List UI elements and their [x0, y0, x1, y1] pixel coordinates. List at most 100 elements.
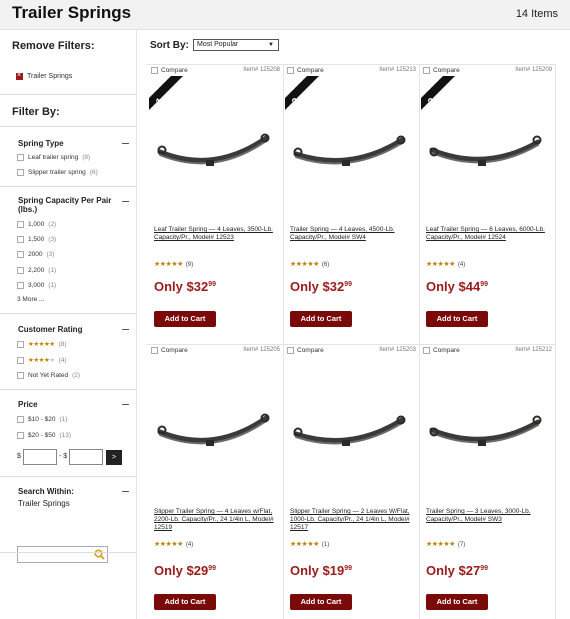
product-card: Compare Item# 125203 Slipper Trailer Spr…: [285, 344, 420, 619]
max-price-dollar: - $: [59, 453, 68, 460]
product-name-link[interactable]: Leaf Trailer Spring — 6 Leaves, 6000-Lb.…: [426, 226, 552, 242]
add-to-cart-button[interactable]: Add to Cart: [154, 311, 216, 327]
product-rating: ★★★★★ (7): [426, 541, 466, 548]
collapse-price-icon[interactable]: [122, 404, 129, 405]
checkbox[interactable]: [17, 221, 24, 228]
spring-product-image[interactable]: [290, 390, 415, 470]
checkbox[interactable]: [423, 67, 430, 74]
filter-option-price-10-20[interactable]: $10 - $20 (1): [17, 416, 67, 423]
spring-product-image[interactable]: [154, 390, 279, 470]
product-card: Compare Item# 125212 Trailer Spring — 3 …: [421, 344, 556, 619]
divider: [0, 313, 136, 314]
item-number: Item# 125208: [243, 67, 280, 73]
filter-option-1500[interactable]: 1,500 (3): [17, 236, 56, 243]
filter-option-leaf[interactable]: Leaf trailer spring (8): [17, 154, 90, 161]
product-rating: ★★★★★ (6): [290, 261, 330, 268]
product-name-link[interactable]: Slipper Trailer Spring — 2 Leaves W/Flat…: [290, 508, 416, 532]
collapse-rating-icon[interactable]: [122, 329, 129, 330]
filter-option-not-rated[interactable]: Not Yet Rated (2): [17, 372, 80, 379]
checkbox[interactable]: [17, 416, 24, 423]
compare-checkbox[interactable]: Compare: [151, 67, 188, 74]
four-stars-icon: ★★★★★: [28, 357, 55, 364]
filter-option-4-stars[interactable]: ★★★★★ (4): [17, 356, 67, 364]
filter-option-1000[interactable]: 1,000 (2): [17, 221, 56, 228]
checkbox[interactable]: [17, 169, 24, 176]
spring-product-image[interactable]: [154, 110, 279, 190]
more-capacity-link[interactable]: 3 More ...: [17, 296, 44, 303]
collapse-spring-type-icon[interactable]: [122, 143, 129, 144]
divider: [0, 186, 136, 187]
remove-filters-heading: Remove Filters:: [12, 40, 95, 52]
checkbox[interactable]: [17, 372, 24, 379]
add-to-cart-button[interactable]: Add to Cart: [290, 311, 352, 327]
filter-option-5-stars[interactable]: ★★★★★ (8): [17, 340, 67, 348]
item-number: Item# 125203: [379, 347, 416, 353]
remove-filter-icon[interactable]: [16, 72, 23, 80]
item-number: Item# 125205: [243, 347, 280, 353]
collapse-capacity-icon[interactable]: [122, 201, 129, 202]
filter-sidebar: Remove Filters: Trailer Springs Filter B…: [0, 30, 137, 619]
compare-checkbox[interactable]: Compare: [151, 347, 188, 354]
price-go-button[interactable]: >: [106, 450, 122, 465]
add-to-cart-button[interactable]: Add to Cart: [290, 594, 352, 610]
sort-select[interactable]: Most Popular ▼: [193, 39, 279, 51]
five-stars-icon: ★★★★★: [28, 341, 55, 348]
product-rating: ★★★★★ (4): [154, 541, 194, 548]
collapse-search-icon[interactable]: [122, 491, 129, 492]
search-within-scope: Trailer Springs: [18, 499, 70, 508]
checkbox[interactable]: [17, 154, 24, 161]
five-stars-icon: ★★★★★: [154, 541, 183, 548]
checkbox[interactable]: [17, 251, 24, 258]
checkbox[interactable]: [423, 347, 430, 354]
product-name-link[interactable]: Trailer Spring — 3 Leaves, 3000-Lb. Capa…: [426, 508, 552, 524]
product-card: Compare Item# 125205 Slipper Trailer Spr…: [149, 344, 284, 619]
filter-option-2000[interactable]: 2000 (3): [17, 251, 54, 258]
min-price-input[interactable]: [23, 449, 57, 465]
checkbox[interactable]: [17, 432, 24, 439]
spring-product-image[interactable]: [426, 110, 551, 190]
capacity-heading: Spring Capacity Per Pair (lbs.): [18, 196, 112, 214]
divider: [0, 476, 136, 477]
checkbox[interactable]: [17, 236, 24, 243]
item-number: Item# 125209: [515, 67, 552, 73]
compare-checkbox[interactable]: Compare: [287, 347, 324, 354]
checkbox[interactable]: [151, 347, 158, 354]
five-stars-icon: ★★★★★: [154, 261, 183, 268]
compare-checkbox[interactable]: Compare: [423, 347, 460, 354]
add-to-cart-button[interactable]: Add to Cart: [426, 594, 488, 610]
product-name-link[interactable]: Leaf Trailer Spring — 4 Leaves, 3500-Lb.…: [154, 226, 280, 242]
compare-checkbox[interactable]: Compare: [287, 67, 324, 74]
page-title: Trailer Springs: [12, 3, 132, 22]
add-to-cart-button[interactable]: Add to Cart: [154, 594, 216, 610]
price-heading: Price: [18, 400, 38, 409]
compare-checkbox[interactable]: Compare: [423, 67, 460, 74]
filter-option-price-20-50[interactable]: $20 - $50 (13): [17, 432, 71, 439]
checkbox[interactable]: [17, 267, 24, 274]
checkbox[interactable]: [287, 347, 294, 354]
product-name-link[interactable]: Slipper Trailer Spring — 4 Leaves w/Flat…: [154, 508, 280, 532]
checkbox[interactable]: [17, 282, 24, 289]
best-seller-ribbon-icon: 2 SELLER: [285, 76, 319, 110]
spring-product-image[interactable]: [290, 110, 415, 190]
product-name-link[interactable]: Trailer Spring — 4 Leaves, 4500-Lb. Capa…: [290, 226, 416, 242]
checkbox[interactable]: [287, 67, 294, 74]
product-card: Compare Item# 125213 2 SELLER Trailer Sp…: [285, 64, 420, 344]
five-stars-icon: ★★★★★: [290, 261, 319, 268]
five-stars-icon: ★★★★★: [290, 541, 319, 548]
spring-product-image[interactable]: [426, 390, 551, 470]
checkbox[interactable]: [17, 340, 24, 348]
filter-option-3000[interactable]: 3,000 (1): [17, 282, 56, 289]
product-price: Only $2999: [154, 563, 217, 578]
active-filter-chip[interactable]: Trailer Springs: [16, 72, 72, 80]
search-icon[interactable]: [94, 549, 105, 560]
max-price-input[interactable]: [69, 449, 103, 465]
checkbox[interactable]: [17, 356, 24, 364]
sort-by-label: Sort By:: [150, 40, 189, 51]
filter-option-2200[interactable]: 2,200 (1): [17, 267, 56, 274]
spring-type-heading: Spring Type: [18, 139, 64, 148]
page-header: Trailer Springs 14 Items: [0, 0, 570, 30]
filter-option-slipper[interactable]: Slipper trailer spring (6): [17, 169, 98, 176]
checkbox[interactable]: [151, 67, 158, 74]
product-price: Only $4499: [426, 279, 489, 294]
add-to-cart-button[interactable]: Add to Cart: [426, 311, 488, 327]
